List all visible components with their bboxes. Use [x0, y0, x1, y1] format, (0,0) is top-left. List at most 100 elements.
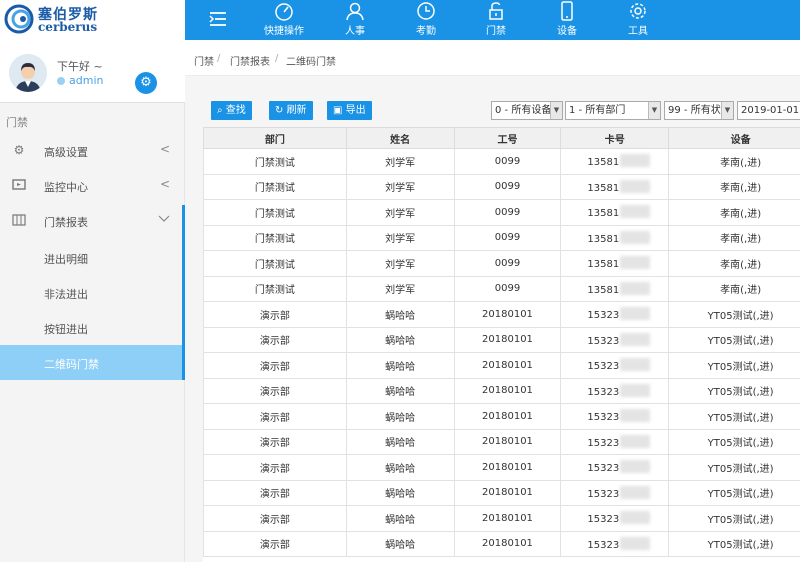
cell-name: 蜗哈哈	[345, 301, 455, 328]
phone-icon	[537, 1, 597, 23]
cell-name: 刘学军	[345, 173, 455, 200]
redacted-mask	[620, 154, 651, 168]
device-select[interactable]: 0 - 所有设备 ▼	[491, 101, 563, 120]
cell-id: 20180101	[453, 454, 562, 481]
cell-card: 13581	[560, 275, 670, 302]
sidebar-subitem-qrcode-access[interactable]: 二维码门禁	[0, 345, 182, 380]
table-row[interactable]: 门禁测试 刘学军 0099 13581 孝南(,进)	[203, 224, 800, 251]
column-header-id[interactable]: 工号	[453, 127, 562, 149]
cell-name: 刘学军	[345, 148, 455, 175]
department-select[interactable]: 1 - 所有部门 ▼	[565, 101, 661, 120]
cell-name: 蜗哈哈	[345, 454, 455, 481]
gear-icon	[608, 1, 668, 23]
card-number: 15323	[587, 463, 620, 475]
table-row[interactable]: 演示部 蜗哈哈 20180101 15323 YT05测试(,进)	[203, 505, 800, 532]
nav-personnel[interactable]: 人事	[325, 0, 385, 40]
greeting-text: 下午好 ~	[57, 60, 103, 73]
logo[interactable]: 塞伯罗斯 cerberus	[0, 0, 185, 40]
card-number: 13581	[587, 284, 620, 296]
table-row[interactable]: 演示部 蜗哈哈 20180101 15323 YT05测试(,进)	[203, 479, 800, 506]
table-row[interactable]: 门禁测试 刘学军 0099 13581 孝南(,进)	[203, 275, 800, 302]
cell-id: 20180101	[453, 377, 562, 404]
cell-name: 刘学军	[345, 275, 455, 302]
cell-card: 15323	[560, 377, 670, 404]
table-row[interactable]: 门禁测试 刘学军 0099 13581 孝南(,进)	[203, 148, 800, 175]
cell-dept: 演示部	[203, 530, 347, 557]
cell-card: 15323	[560, 454, 670, 481]
nav-quick-ops[interactable]: 快捷操作	[254, 0, 314, 40]
nav-label: 设备	[557, 26, 577, 37]
table-header-row: 部门 姓名 工号 卡号 设备	[203, 127, 800, 149]
cell-dept: 演示部	[203, 479, 347, 506]
nav-devices[interactable]: 设备	[537, 0, 597, 40]
table-row[interactable]: 演示部 蜗哈哈 20180101 15323 YT05测试(,进)	[203, 454, 800, 481]
nav-tools[interactable]: 工具	[608, 0, 668, 40]
card-number: 15323	[587, 310, 620, 322]
cell-dept: 门禁测试	[203, 250, 347, 277]
online-status-icon	[57, 77, 65, 85]
table-row[interactable]: 门禁测试 刘学军 0099 13581 孝南(,进)	[203, 250, 800, 277]
sidebar-subitem-button-entry[interactable]: 按钮进出	[0, 310, 182, 345]
sidebar-subitem-label: 非法进出	[44, 288, 88, 301]
sidebar-subitem-label: 进出明细	[44, 253, 88, 266]
sidebar-item-monitoring[interactable]: 监控中心 <	[0, 168, 185, 203]
redacted-mask	[620, 205, 651, 219]
cell-dept: 演示部	[203, 301, 347, 328]
card-number: 13581	[587, 259, 620, 271]
table-row[interactable]: 演示部 蜗哈哈 20180101 15323 YT05测试(,进)	[203, 403, 800, 430]
table-row[interactable]: 门禁测试 刘学军 0099 13581 孝南(,进)	[203, 173, 800, 200]
chevron-down-icon: ▼	[721, 102, 733, 119]
cell-dept: 门禁测试	[203, 224, 347, 251]
table-row[interactable]: 演示部 蜗哈哈 20180101 15323 YT05测试(,进)	[203, 326, 800, 353]
cell-device: 孝南(,进)	[668, 173, 800, 200]
cell-dept: 演示部	[203, 377, 347, 404]
breadcrumb-item[interactable]: 门禁	[194, 53, 214, 68]
column-header-device[interactable]: 设备	[668, 127, 800, 149]
nav-label: 工具	[628, 26, 648, 37]
nav-attendance[interactable]: 考勤	[396, 0, 456, 40]
cell-id: 20180101	[453, 479, 562, 506]
nav-access-control[interactable]: 门禁	[466, 0, 526, 40]
cell-name: 蜗哈哈	[345, 352, 455, 379]
table-row[interactable]: 演示部 蜗哈哈 20180101 15323 YT05测试(,进)	[203, 428, 800, 455]
redacted-mask	[620, 383, 651, 397]
cell-device: YT05测试(,进)	[668, 403, 800, 430]
column-header-dept[interactable]: 部门	[203, 127, 347, 149]
clock-icon	[396, 1, 456, 23]
redacted-mask	[620, 434, 651, 448]
table-row[interactable]: 门禁测试 刘学军 0099 13581 孝南(,进)	[203, 199, 800, 226]
refresh-button[interactable]: ↻ 刷新	[269, 101, 313, 120]
sidebar-item-access-reports[interactable]: 门禁报表	[0, 203, 185, 238]
search-button[interactable]: ⌕ 查找	[211, 101, 252, 120]
breadcrumb-item[interactable]: 门禁报表	[230, 53, 270, 68]
menu-toggle-icon[interactable]	[207, 8, 229, 30]
card-number: 15323	[587, 335, 620, 347]
top-navbar: 快捷操作 人事 考勤 门禁 设备 工具	[185, 0, 800, 40]
card-number: 15323	[587, 386, 620, 398]
cell-card: 15323	[560, 403, 670, 430]
settings-gear-icon[interactable]: ⚙	[135, 72, 157, 94]
cell-name: 蜗哈哈	[345, 403, 455, 430]
table-row[interactable]: 演示部 蜗哈哈 20180101 15323 YT05测试(,进)	[203, 530, 800, 557]
export-button[interactable]: ▣ 导出	[327, 101, 372, 120]
username-label: admin	[69, 74, 104, 87]
cell-card: 13581	[560, 173, 670, 200]
gear-icon: ⚙	[13, 143, 25, 157]
nav-label: 考勤	[416, 26, 436, 37]
avatar[interactable]	[9, 54, 47, 92]
table-row[interactable]: 演示部 蜗哈哈 20180101 15323 YT05测试(,进)	[203, 352, 800, 379]
sidebar-subitem-illegal-entry[interactable]: 非法进出	[0, 275, 182, 310]
redacted-mask	[620, 485, 651, 499]
table-row[interactable]: 演示部 蜗哈哈 20180101 15323 YT05测试(,进)	[203, 301, 800, 328]
sidebar-subitem-label: 按钮进出	[44, 323, 88, 336]
table-row[interactable]: 演示部 蜗哈哈 20180101 15323 YT05测试(,进)	[203, 377, 800, 404]
column-header-name[interactable]: 姓名	[345, 127, 455, 149]
sidebar-item-advanced-settings[interactable]: ⚙ 高级设置 <	[0, 133, 185, 168]
chevron-down-icon	[158, 212, 170, 227]
table-icon	[12, 213, 26, 227]
logo-icon	[4, 4, 34, 34]
column-header-card[interactable]: 卡号	[560, 127, 670, 149]
sidebar-subitem-entry-details[interactable]: 进出明细	[0, 240, 182, 275]
status-select[interactable]: 99 - 所有状态 ▼	[664, 101, 734, 120]
start-date-input[interactable]: 2019-01-01 00:	[737, 101, 800, 120]
